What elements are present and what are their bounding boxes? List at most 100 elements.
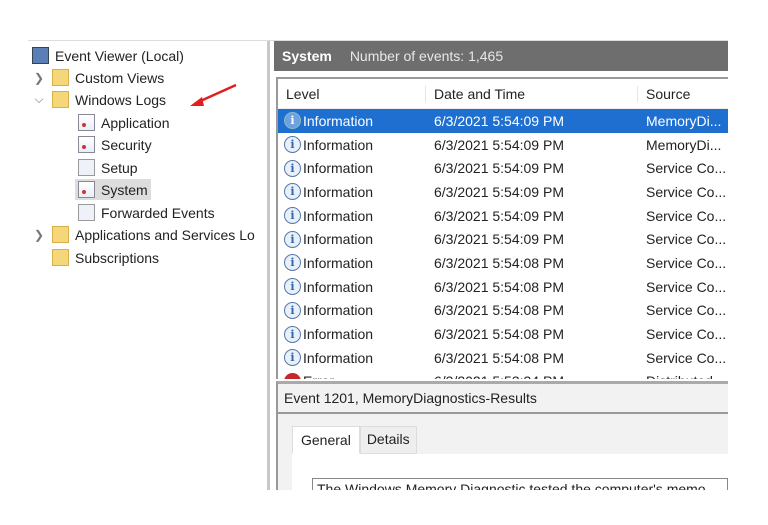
info-icon: i [284,230,301,248]
tree-root[interactable]: Event Viewer (Local) [32,45,184,66]
event-description[interactable]: The Windows Memory Diagnostic tested the… [312,478,728,490]
row-level: i Information [278,278,426,296]
tree-label: Forwarded Events [101,204,215,221]
table-header: Level Date and Time Source [278,79,728,109]
row-level: i Information [278,183,426,201]
row-source: Service Co... [646,207,727,224]
table-row[interactable]: i Information 6/3/2021 5:54:08 PM Service C… [278,275,728,299]
row-level: i Information [278,301,426,319]
events-table: Level Date and Time Source i Information 6… [276,77,728,379]
tree-item-system[interactable]: System [75,179,151,200]
table-row[interactable]: i Information 6/3/2021 5:54:09 PM Service C… [278,227,728,251]
row-level: i Information [278,159,426,177]
table-row[interactable]: i Information 6/3/2021 5:54:09 PM Service C… [278,204,728,228]
row-source: MemoryDi... [646,112,722,129]
tree-label: Security [101,136,152,153]
table-row[interactable]: i Information 6/3/2021 5:54:08 PM Service C… [278,322,728,346]
info-icon: i [284,278,301,296]
level-text: Information [303,112,374,129]
folder-icon [52,226,69,243]
level-text: Information [303,207,374,224]
info-icon: i [284,325,301,343]
column-level[interactable]: Level [278,85,426,102]
folder-logs-icon [52,91,69,108]
tab-general[interactable]: General [292,426,360,454]
table-row[interactable]: i Information 6/3/2021 5:54:08 PM Service C… [278,299,728,323]
event-count: Number of events: 1,465 [349,48,504,64]
row-source: Service Co... [646,326,727,343]
general-tab-body: The Windows Memory Diagnostic tested the… [292,454,728,490]
tree-label: Application [101,114,170,131]
level-text: Information [303,160,374,177]
event-detail-pane: Event 1201, MemoryDiagnostics-Results Ge… [276,381,728,490]
level-text: Information [303,254,374,271]
table-row[interactable]: i Information 6/3/2021 5:54:09 PM Service C… [278,156,728,180]
row-date: 6/3/2021 5:54:09 PM [434,231,564,248]
table-row[interactable]: Error 6/3/2021 5:53:34 PMDistributed... [278,370,728,379]
level-text: Information [303,136,374,153]
table-row[interactable]: i Information 6/3/2021 5:54:09 PM MemoryDi.… [278,133,728,157]
table-row[interactable]: i Information 6/3/2021 5:54:09 PM MemoryDi.… [278,109,728,133]
tree-item-applications-services[interactable]: ❯ Applications and Services Lo [32,224,255,245]
tree-item-subscriptions[interactable]: Subscriptions [52,247,159,268]
row-source: Service Co... [646,254,727,271]
row-date: 6/3/2021 5:54:08 PM [434,326,564,343]
tree-item-application[interactable]: Application [78,112,170,133]
row-level: Error [278,372,426,379]
events-pane: System Number of events: 1,465 Level Date… [274,41,728,490]
row-level: i Information [278,112,426,130]
row-date: 6/3/2021 5:54:08 PM [434,278,564,295]
row-date: 6/3/2021 5:54:09 PM [434,112,564,129]
console-tree: Event Viewer (Local) ❯ Custom Views ⌵ Wind… [28,41,270,490]
tree-label: Setup [101,159,138,176]
tree-item-windows-logs[interactable]: ⌵ Windows Logs [32,89,166,110]
info-icon: i [284,112,301,130]
error-icon [284,372,301,379]
level-text: Error [303,373,334,379]
row-source: Distributed... [638,373,728,379]
column-source[interactable]: Source [638,86,728,102]
row-date: 6/3/2021 5:54:08 PM [434,302,564,319]
chevron-down-icon[interactable]: ⌵ [32,92,46,107]
event-viewer-icon [32,47,49,64]
log-icon [78,136,95,153]
chevron-right-icon[interactable]: ❯ [32,71,46,85]
row-level: i Information [278,230,426,248]
info-icon: i [284,301,301,319]
info-icon: i [284,136,301,154]
column-date-time[interactable]: Date and Time [426,85,638,102]
table-row[interactable]: i Information 6/3/2021 5:54:09 PM Service C… [278,180,728,204]
level-text: Information [303,349,374,366]
level-text: Information [303,231,374,248]
row-source: Service Co... [646,231,727,248]
row-level: i Information [278,254,426,272]
info-icon: i [284,159,301,177]
row-source: Service Co... [646,183,727,200]
row-level: i Information [278,325,426,343]
row-level: i Information [278,207,426,225]
row-source: MemoryDi... [646,136,722,153]
log-page-icon [78,204,95,221]
row-level: i Information [278,136,426,154]
table-row[interactable]: i Information 6/3/2021 5:54:08 PM Service C… [278,251,728,275]
info-icon: i [284,183,301,201]
log-title: System [282,48,332,64]
info-icon: i [284,254,301,272]
tree-label: Custom Views [75,69,165,86]
tab-details[interactable]: Details [359,426,417,454]
tree-item-forwarded-events[interactable]: Forwarded Events [78,202,215,223]
tree-item-custom-views[interactable]: ❯ Custom Views [32,67,164,88]
event-detail-title: Event 1201, MemoryDiagnostics-Results [278,384,728,414]
level-text: Information [303,326,374,343]
tree-label: Applications and Services Lo [75,226,255,243]
row-date: 6/3/2021 5:54:08 PM [434,254,564,271]
table-row[interactable]: i Information 6/3/2021 5:54:08 PM Service C… [278,346,728,370]
tree-item-security[interactable]: Security [78,134,152,155]
row-date: 6/3/2021 5:54:09 PM [434,160,564,177]
log-icon [78,181,95,198]
folder-filter-icon [52,69,69,86]
info-icon: i [284,207,301,225]
row-source: Service Co... [646,349,727,366]
tree-item-setup[interactable]: Setup [78,157,138,178]
chevron-right-icon[interactable]: ❯ [32,228,46,242]
